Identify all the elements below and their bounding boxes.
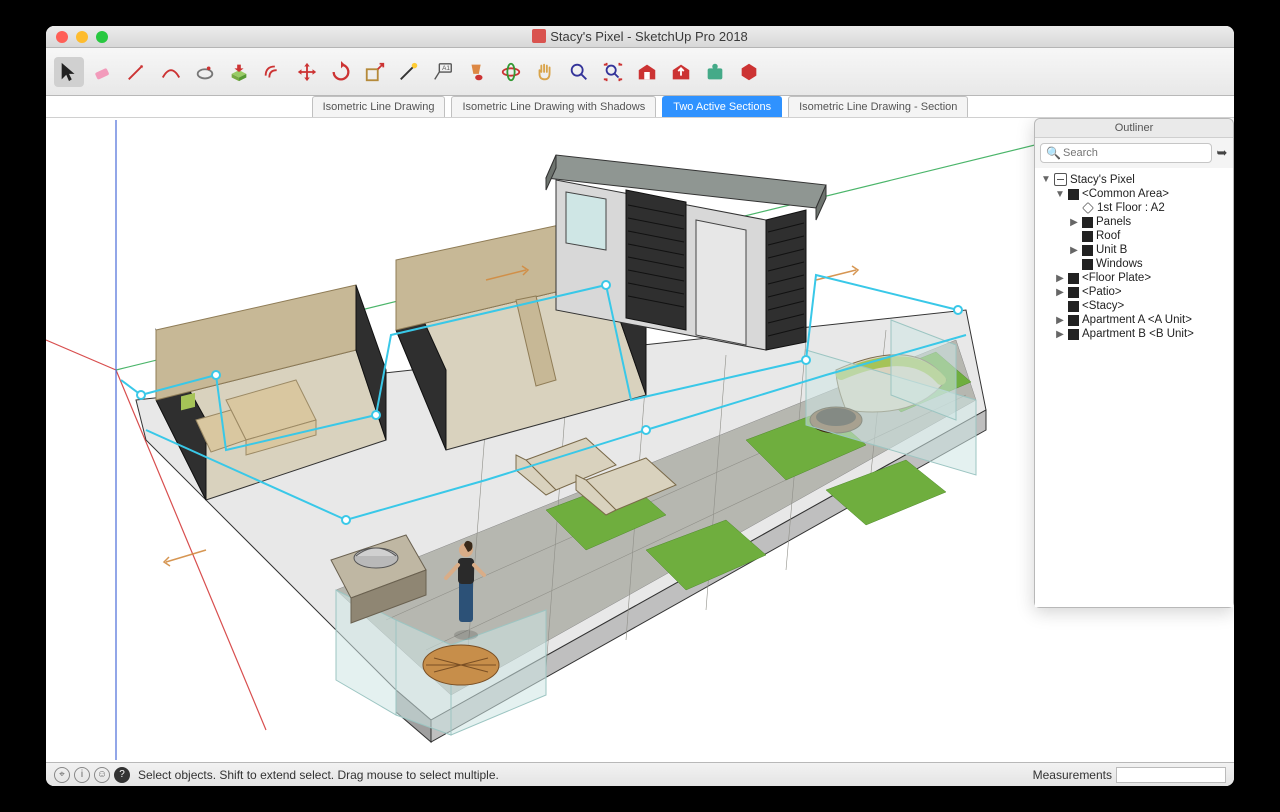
scene-tab-0[interactable]: Isometric Line Drawing: [312, 96, 446, 117]
tool-text[interactable]: A1: [428, 57, 458, 87]
outliner-item[interactable]: ▶ Unit B: [1037, 243, 1231, 257]
tool-paint[interactable]: [462, 57, 492, 87]
disclosure-icon[interactable]: ▶: [1069, 245, 1079, 256]
component-icon: [1082, 231, 1093, 242]
outliner-search-input[interactable]: [1040, 143, 1212, 163]
tool-warehouse-get[interactable]: [632, 57, 662, 87]
tool-rotate[interactable]: [326, 57, 356, 87]
outliner-search-row: 🔍 ➥: [1035, 138, 1233, 168]
outliner-item-label: Roof: [1096, 230, 1120, 242]
component-icon: [1068, 287, 1079, 298]
outliner-item-label: 1st Floor : A2: [1097, 202, 1165, 214]
outliner-item[interactable]: ▼ <Common Area>: [1037, 187, 1231, 201]
disclosure-icon[interactable]: ▼: [1041, 174, 1051, 185]
component-icon: [1068, 189, 1079, 200]
deck-table: [423, 645, 499, 685]
outliner-item-label: <Common Area>: [1082, 188, 1169, 200]
outliner-item[interactable]: ▶ <Patio>: [1037, 285, 1231, 299]
section-icon: [1082, 202, 1094, 214]
outliner-item-label: Unit B: [1096, 244, 1127, 256]
svg-text:A1: A1: [442, 65, 450, 72]
app-window: Stacy's Pixel - SketchUp Pro 2018 A1 Iso…: [46, 26, 1234, 786]
outliner-item[interactable]: Roof: [1037, 229, 1231, 243]
tool-line[interactable]: [122, 57, 152, 87]
tool-pushpull[interactable]: [224, 57, 254, 87]
profile-icon[interactable]: ☺: [94, 767, 110, 783]
scene-tab-3[interactable]: Isometric Line Drawing - Section: [788, 96, 968, 117]
tool-scale[interactable]: [360, 57, 390, 87]
outliner-panel[interactable]: Outliner 🔍 ➥ ▼ Stacy's Pixel ▼ <Common Area…: [1034, 118, 1234, 608]
outliner-title: Outliner: [1035, 119, 1233, 138]
tool-layout[interactable]: [734, 57, 764, 87]
app-icon: [532, 29, 546, 43]
tool-arc[interactable]: [156, 57, 186, 87]
model-icon: [1054, 173, 1067, 186]
outliner-item[interactable]: <Stacy>: [1037, 299, 1231, 313]
component-icon: [1068, 329, 1079, 340]
outliner-item-label: <Patio>: [1082, 286, 1122, 298]
tool-pan[interactable]: [530, 57, 560, 87]
disclosure-icon[interactable]: ▶: [1055, 273, 1065, 284]
measurements-input[interactable]: [1116, 767, 1226, 783]
tool-move[interactable]: [292, 57, 322, 87]
disclosure-icon[interactable]: ▶: [1055, 329, 1065, 340]
disclosure-icon[interactable]: ▼: [1055, 189, 1065, 200]
component-icon: [1082, 245, 1093, 256]
credits-icon[interactable]: i: [74, 767, 90, 783]
tool-extensions[interactable]: [700, 57, 730, 87]
outliner-item[interactable]: ▶ <Floor Plate>: [1037, 271, 1231, 285]
outliner-item[interactable]: ▶ Apartment A <A Unit>: [1037, 313, 1231, 327]
measurements-label: Measurements: [1033, 768, 1112, 782]
disclosure-icon[interactable]: ▶: [1069, 217, 1079, 228]
scene-tab-2[interactable]: Two Active Sections: [662, 96, 782, 117]
outliner-details-button[interactable]: ➥: [1216, 145, 1228, 161]
tool-zoom-extents[interactable]: [598, 57, 628, 87]
disclosure-icon[interactable]: ▶: [1055, 315, 1065, 326]
outliner-tree[interactable]: ▼ Stacy's Pixel ▼ <Common Area> 1st Floor : …: [1035, 168, 1233, 607]
main-toolbar: A1: [46, 48, 1234, 96]
outliner-item[interactable]: 1st Floor : A2: [1037, 201, 1231, 215]
scene-tab-1[interactable]: Isometric Line Drawing with Shadows: [451, 96, 656, 117]
component-icon: [1068, 273, 1079, 284]
outliner-item-label: Apartment B <B Unit>: [1082, 328, 1194, 340]
disclosure-icon[interactable]: ▶: [1055, 287, 1065, 298]
tool-offset[interactable]: [258, 57, 288, 87]
outliner-item[interactable]: Windows: [1037, 257, 1231, 271]
outliner-item-label: Stacy's Pixel: [1070, 174, 1135, 186]
workspace[interactable]: Outliner 🔍 ➥ ▼ Stacy's Pixel ▼ <Common Area…: [46, 118, 1234, 762]
tool-select[interactable]: [54, 57, 84, 87]
geolocate-icon[interactable]: ⌖: [54, 767, 70, 783]
outliner-item-label: Panels: [1096, 216, 1131, 228]
component-icon: [1082, 259, 1093, 270]
scene-tabs: Isometric Line Drawing Isometric Line Dr…: [46, 96, 1234, 118]
window-title: Stacy's Pixel - SketchUp Pro 2018: [46, 29, 1234, 44]
outliner-item[interactable]: ▶ Apartment B <B Unit>: [1037, 327, 1231, 341]
status-hint: Select objects. Shift to extend select. …: [138, 768, 499, 782]
outliner-item[interactable]: ▼ Stacy's Pixel: [1037, 172, 1231, 187]
outliner-item[interactable]: ▶ Panels: [1037, 215, 1231, 229]
outliner-item-label: <Stacy>: [1082, 300, 1124, 312]
search-icon: 🔍: [1046, 146, 1061, 160]
tool-eraser[interactable]: [88, 57, 118, 87]
tool-warehouse-share[interactable]: [666, 57, 696, 87]
tool-orbit[interactable]: [496, 57, 526, 87]
tool-zoom[interactable]: [564, 57, 594, 87]
tool-shapes[interactable]: [190, 57, 220, 87]
component-icon: [1082, 217, 1093, 228]
component-icon: [1068, 301, 1079, 312]
outliner-item-label: <Floor Plate>: [1082, 272, 1151, 284]
outliner-item-label: Windows: [1096, 258, 1143, 270]
statusbar: ⌖ i ☺ ? Select objects. Shift to extend …: [46, 762, 1234, 786]
status-icons: ⌖ i ☺ ?: [54, 767, 130, 783]
help-icon[interactable]: ?: [114, 767, 130, 783]
tool-tape[interactable]: [394, 57, 424, 87]
component-icon: [1068, 315, 1079, 326]
outliner-item-label: Apartment A <A Unit>: [1082, 314, 1192, 326]
titlebar: Stacy's Pixel - SketchUp Pro 2018: [46, 26, 1234, 48]
